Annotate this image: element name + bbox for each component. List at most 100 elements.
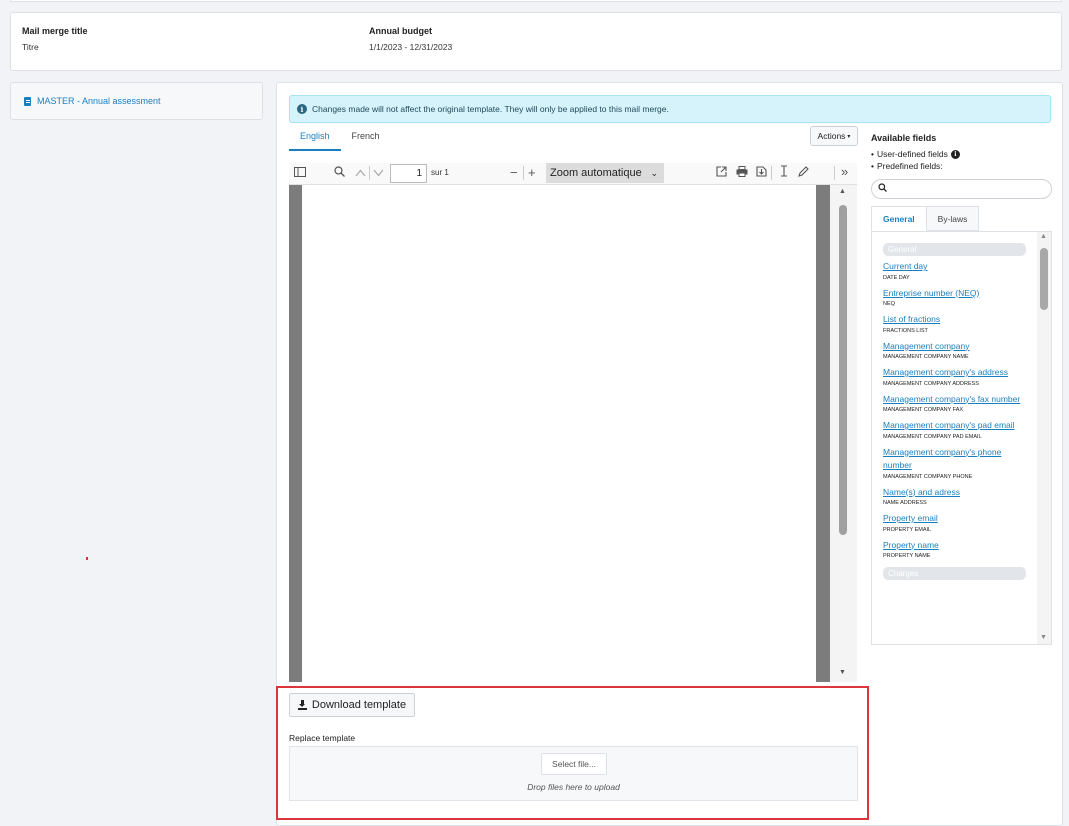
- field-link[interactable]: Name(s) and adress: [883, 486, 1026, 500]
- actions-dropdown-button[interactable]: Actions ▾: [810, 126, 858, 146]
- field-item: Management company MANAGEMENT COMPANY NAM…: [883, 340, 1026, 363]
- field-code: MANAGEMENT COMPANY PAD EMAIL: [883, 433, 982, 440]
- field-link[interactable]: List of fractions: [883, 313, 1026, 327]
- sidebar-item-label: MASTER - Annual assessment: [37, 96, 161, 106]
- field-link[interactable]: Management company: [883, 340, 1026, 354]
- scroll-down-icon[interactable]: ▼: [839, 669, 846, 676]
- field-code: PROPERTY EMAIL: [883, 526, 932, 533]
- field-code: NAME ADDRESS: [883, 500, 927, 506]
- field-code: FRACTIONS LIST: [883, 327, 928, 334]
- download-template-label: Download template: [311, 699, 407, 711]
- download-template-button[interactable]: Download template: [289, 693, 415, 717]
- tab-general[interactable]: General: [871, 206, 927, 231]
- search-icon[interactable]: [334, 165, 345, 183]
- fields-scrollbar[interactable]: ▲ ▼: [1037, 232, 1051, 644]
- field-link[interactable]: Management company's pad email: [883, 419, 1026, 433]
- sidebar-item-master-annual-assessment[interactable]: MASTER - Annual assessment: [24, 96, 161, 106]
- field-link[interactable]: Current day: [883, 260, 1026, 274]
- field-code: DATE DAY: [883, 274, 910, 281]
- field-code: NEQ: [883, 301, 895, 307]
- pdf-page: [302, 185, 816, 682]
- field-code: MANAGEMENT COMPANY ADDRESS: [883, 380, 979, 387]
- field-item: Current day DATE DAY: [883, 260, 1026, 283]
- header-card: Mail merge title Titre Annual budget 1/1…: [10, 12, 1062, 71]
- file-drop-zone[interactable]: Select file... Drop files here to upload: [289, 746, 858, 801]
- user-defined-fields-label: User-defined fields: [876, 149, 948, 159]
- text-select-icon[interactable]: [780, 165, 788, 183]
- field-item: Management company's address MANAGEMENT C…: [883, 366, 1026, 389]
- available-fields-title: Available fields: [871, 133, 937, 143]
- download-icon: [297, 700, 307, 710]
- scroll-up-icon[interactable]: ▲: [839, 188, 846, 195]
- page-count: sur 1: [431, 168, 449, 177]
- page-number-input[interactable]: 1: [390, 164, 427, 183]
- tab-by-laws[interactable]: By-laws: [926, 206, 980, 231]
- available-fields-panel: Available fields • User-defined fields i…: [871, 133, 1052, 645]
- red-marker: [86, 557, 88, 560]
- zoom-out-icon[interactable]: −: [510, 164, 518, 182]
- scroll-down-icon[interactable]: ▼: [1040, 634, 1047, 641]
- search-icon: [878, 183, 887, 195]
- field-code: MANAGEMENT COMPANY FAX: [883, 407, 964, 413]
- field-item: Property name PROPERTY NAME: [883, 539, 1026, 562]
- template-sidebar: MASTER - Annual assessment: [10, 82, 263, 120]
- field-link[interactable]: Management company's phone number: [883, 446, 1026, 473]
- field-code: MANAGEMENT COMPANY PHONE: [883, 473, 973, 480]
- drop-hint: Drop files here to upload: [527, 782, 620, 792]
- predefined-fields: • Predefined fields:: [871, 161, 943, 171]
- zoom-select-value: Zoom automatique: [550, 167, 642, 179]
- next-page-icon[interactable]: [373, 165, 384, 183]
- predefined-fields-label: Predefined fields:: [876, 161, 943, 171]
- zoom-in-icon[interactable]: +: [528, 164, 536, 182]
- user-defined-fields: • User-defined fields i: [871, 149, 1052, 159]
- field-item: Management company's fax number MANAGEMEN…: [883, 393, 1026, 416]
- pdf-viewer[interactable]: [289, 185, 830, 682]
- tab-french[interactable]: French: [341, 127, 391, 151]
- pdf-scrollbar-thumb[interactable]: [839, 205, 847, 535]
- pdf-scrollbar[interactable]: ▲ ▼: [830, 185, 857, 682]
- draw-pen-icon[interactable]: [798, 165, 809, 183]
- info-banner-text: Changes made will not affect the origina…: [312, 104, 669, 114]
- replace-template-label: Replace template: [289, 733, 356, 743]
- print-icon[interactable]: [736, 165, 748, 183]
- field-item: Property email PROPERTY EMAIL: [883, 512, 1026, 535]
- field-link[interactable]: Entreprise number (NEQ): [883, 287, 1026, 301]
- document-icon: [24, 96, 31, 106]
- fields-tabs: General By-laws: [871, 206, 980, 231]
- field-item: Entreprise number (NEQ) NEQ: [883, 287, 1026, 310]
- select-file-button[interactable]: Select file...: [541, 753, 607, 775]
- info-icon[interactable]: i: [950, 149, 960, 159]
- tab-english[interactable]: English: [289, 127, 341, 151]
- fields-list: General Current day DATE DAY Entreprise nu…: [871, 231, 1052, 645]
- fields-scrollbar-thumb[interactable]: [1040, 248, 1048, 310]
- field-code: PROPERTY NAME: [883, 553, 931, 559]
- mail-merge-title-value: Titre: [22, 42, 39, 52]
- chevron-down-icon: ⌄: [650, 168, 658, 178]
- zoom-select[interactable]: Zoom automatique ⌄: [546, 163, 664, 183]
- group-header-charges: Charges: [883, 567, 1026, 580]
- pdf-toolbar: 1 sur 1 − + Zoom automatique ⌄ »: [289, 163, 857, 185]
- caret-down-icon: ▾: [847, 133, 851, 140]
- upload-section: Download template Replace template Selec…: [277, 685, 1064, 825]
- field-link[interactable]: Management company's address: [883, 366, 1026, 380]
- previous-page-icon[interactable]: [355, 165, 366, 183]
- save-download-icon[interactable]: [756, 165, 767, 183]
- annual-budget-value: 1/1/2023 - 12/31/2023: [369, 42, 453, 52]
- annual-budget-label: Annual budget: [369, 26, 432, 36]
- info-icon: i: [297, 104, 307, 114]
- scroll-up-icon[interactable]: ▲: [1040, 233, 1047, 240]
- field-link[interactable]: Management company's fax number: [883, 393, 1026, 407]
- fields-search-input[interactable]: [871, 179, 1052, 199]
- field-item: Management company's pad email MANAGEMENT…: [883, 419, 1026, 442]
- group-header-general: General: [883, 243, 1026, 256]
- field-item: List of fractions FRACTIONS LIST: [883, 313, 1026, 336]
- field-link[interactable]: Property email: [883, 512, 1026, 526]
- field-item: Management company's phone number MANAGEM…: [883, 446, 1026, 482]
- sidebar-toggle-icon[interactable]: [294, 165, 306, 183]
- template-editor-card: i Changes made will not affect the origi…: [276, 82, 1063, 826]
- mail-merge-title-label: Mail merge title: [22, 26, 88, 36]
- open-file-icon[interactable]: [716, 165, 727, 183]
- more-tools-icon[interactable]: »: [841, 163, 848, 181]
- field-link[interactable]: Property name: [883, 539, 1026, 553]
- info-banner: i Changes made will not affect the origi…: [289, 95, 1051, 123]
